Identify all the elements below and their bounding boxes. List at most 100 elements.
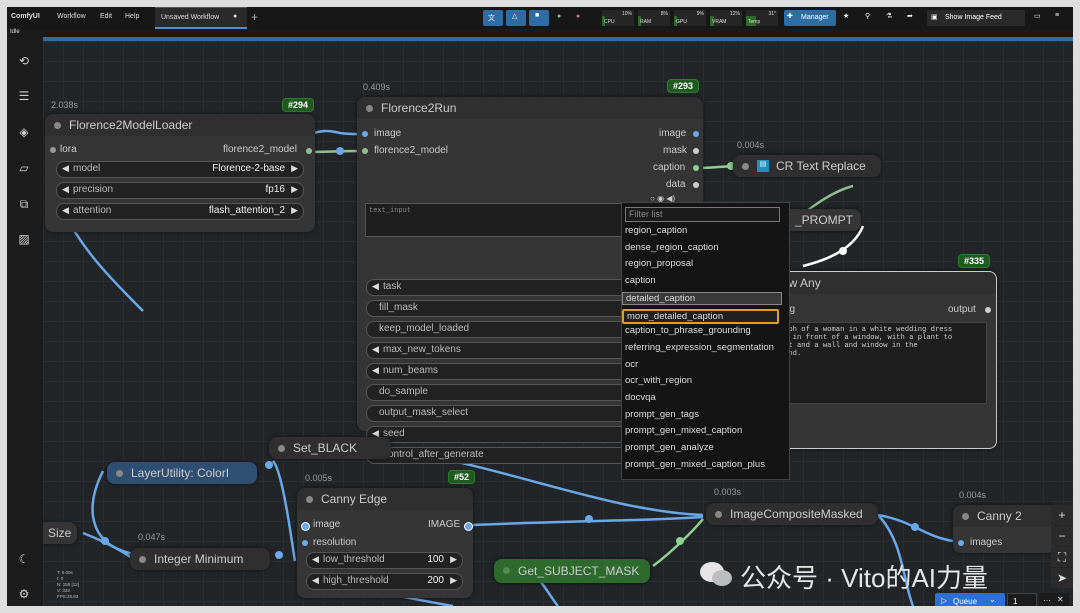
show-text-area[interactable]: aph of a woman in a white wedding dress … bbox=[780, 322, 987, 404]
collapse-dot[interactable] bbox=[54, 122, 61, 129]
queue-dropdown-icon[interactable]: ⌄ bbox=[989, 595, 996, 604]
image-input-pin[interactable] bbox=[362, 131, 368, 137]
fit-view-icon[interactable]: ⛶ bbox=[1051, 547, 1073, 567]
decrement-arrow-icon[interactable]: ◀ bbox=[312, 554, 319, 565]
collapse-dot[interactable] bbox=[715, 511, 722, 518]
history-icon[interactable]: ⟲ bbox=[16, 53, 32, 69]
setblack-title-bar[interactable]: Set_BLACK bbox=[269, 437, 391, 459]
node-canvas[interactable]: 2.038s #294 Florence2ModelLoader lora fl… bbox=[43, 41, 1073, 606]
layer-utility-node[interactable]: LayerUtility: ColorI bbox=[107, 462, 257, 484]
dropdown-option[interactable]: referring_expression_segmentation bbox=[625, 342, 774, 353]
more-options-icon[interactable]: ⋯ bbox=[1043, 596, 1051, 605]
filter-list-input[interactable]: Filter list bbox=[625, 207, 780, 222]
resource-icon[interactable]: ● bbox=[555, 10, 571, 26]
decrement-arrow-icon[interactable]: ◀ bbox=[312, 575, 319, 586]
attention-widget[interactable]: ◀ attention flash_attention_2 ▶ bbox=[56, 203, 304, 220]
florence2-model-loader-node[interactable]: Florence2ModelLoader lora florence2_mode… bbox=[45, 114, 315, 232]
run-title-bar[interactable]: Florence2Run bbox=[357, 97, 703, 119]
decrement-arrow-icon[interactable]: ◀ bbox=[372, 281, 379, 292]
precision-widget[interactable]: ◀ precision fp16 ▶ bbox=[56, 182, 304, 199]
task-dropdown-list[interactable]: Filter list region_caption dense_region_c… bbox=[621, 202, 790, 480]
model-output-pin[interactable] bbox=[306, 148, 312, 154]
resolution-input-pin[interactable] bbox=[302, 540, 308, 546]
canny2-images-pin[interactable] bbox=[958, 540, 964, 546]
dropdown-option[interactable]: docvqa bbox=[625, 392, 656, 403]
lora-input-pin[interactable] bbox=[50, 147, 56, 153]
dropdown-option[interactable]: prompt_gen_tags bbox=[625, 409, 699, 420]
zoom-in-icon[interactable]: + bbox=[1051, 505, 1073, 525]
clear-icon[interactable]: ● bbox=[574, 10, 590, 26]
getmask-title-bar[interactable]: Get_SUBJECT_MASK bbox=[494, 559, 650, 583]
dropdown-option[interactable]: more_detailed_caption bbox=[622, 308, 779, 324]
set-black-node[interactable]: Set_BLACK bbox=[269, 437, 391, 459]
canny-2-node[interactable]: Canny 2 images bbox=[953, 505, 1055, 553]
increment-arrow-icon[interactable]: ▶ bbox=[450, 575, 457, 586]
show-output-pin[interactable] bbox=[985, 307, 991, 313]
increment-arrow-icon[interactable]: ▶ bbox=[291, 163, 298, 174]
panel-icon[interactable]: ▭ bbox=[1032, 10, 1046, 26]
menu-help[interactable]: Help bbox=[125, 13, 139, 20]
zoom-out-icon[interactable]: − bbox=[1051, 526, 1073, 546]
canny-image-input-pin[interactable] bbox=[301, 522, 310, 531]
queue-options[interactable]: ⋯ ✕ bbox=[1039, 593, 1069, 606]
queue-count-input[interactable]: 1 bbox=[1007, 593, 1037, 606]
show-image-feed-button[interactable]: ▣ Show Image Feed bbox=[927, 10, 1025, 26]
dropdown-option[interactable]: detailed_caption bbox=[622, 291, 782, 305]
collapse-dot[interactable] bbox=[139, 556, 146, 563]
canny-title-bar[interactable]: Canny Edge bbox=[297, 488, 473, 510]
integer-minimum-node[interactable]: Integer Minimum bbox=[130, 548, 270, 570]
increment-arrow-icon[interactable]: ▶ bbox=[450, 554, 457, 565]
canny-edge-node[interactable]: Canny Edge image resolution IMAGE ◀ low_… bbox=[297, 488, 473, 598]
share-icon[interactable]: ➦ bbox=[905, 10, 919, 26]
high-threshold-widget[interactable]: ◀ high_threshold 200 ▶ bbox=[306, 573, 463, 590]
show-title-bar[interactable]: ow Any bbox=[774, 272, 996, 294]
dropdown-option[interactable]: region_proposal bbox=[625, 258, 693, 269]
low-threshold-widget[interactable]: ◀ low_threshold 100 ▶ bbox=[306, 552, 463, 569]
decrement-arrow-icon[interactable]: ◀ bbox=[372, 344, 379, 355]
caption-output-pin[interactable] bbox=[693, 165, 699, 171]
close-icon[interactable]: ✕ bbox=[1057, 595, 1064, 604]
bookmark-icon[interactable]: ■ bbox=[529, 10, 549, 26]
canny-output-pin[interactable] bbox=[464, 522, 473, 531]
dropdown-option[interactable]: dense_region_caption bbox=[625, 242, 719, 253]
canny2-title-bar[interactable]: Canny 2 bbox=[953, 505, 1055, 527]
queue-button[interactable]: ▷ Queue ⌄ bbox=[935, 593, 1005, 606]
mask-output-pin[interactable] bbox=[693, 148, 699, 154]
translate-icon[interactable]: 文 bbox=[483, 10, 503, 26]
dropdown-option[interactable]: region_caption bbox=[625, 225, 687, 236]
composite-title-bar[interactable]: ImageCompositeMasked bbox=[706, 503, 878, 525]
collapse-dot[interactable] bbox=[503, 567, 510, 574]
star-icon[interactable]: ★ bbox=[841, 10, 855, 26]
user-icon[interactable]: ⚲ bbox=[863, 10, 877, 26]
intmin-title-bar[interactable]: Integer Minimum bbox=[130, 548, 270, 570]
model-widget[interactable]: ◀ model Florence-2-base ▶ bbox=[56, 161, 304, 178]
decrement-arrow-icon[interactable]: ◀ bbox=[62, 184, 69, 195]
collapse-dot[interactable] bbox=[116, 470, 123, 477]
dropdown-option[interactable]: caption_to_phrase_grounding bbox=[625, 325, 751, 336]
decrement-arrow-icon[interactable]: ◀ bbox=[62, 163, 69, 174]
menu-edit[interactable]: Edit bbox=[100, 13, 112, 20]
gallery-icon[interactable]: ▨ bbox=[16, 231, 32, 247]
new-tab-button[interactable]: + bbox=[251, 10, 258, 24]
manager-button[interactable]: ✚ Manager bbox=[784, 10, 836, 26]
loader-title-bar[interactable]: Florence2ModelLoader bbox=[45, 114, 315, 136]
dropdown-option[interactable]: prompt_gen_analyze bbox=[625, 442, 714, 453]
image-composite-masked-node[interactable]: ImageCompositeMasked bbox=[706, 503, 878, 525]
replace-title-bar[interactable]: ▤ CR Text Replace bbox=[733, 155, 881, 177]
data-output-pin[interactable] bbox=[693, 182, 699, 188]
menu-workflow[interactable]: Workflow bbox=[57, 13, 86, 20]
decrement-arrow-icon[interactable]: ◀ bbox=[62, 205, 69, 216]
dropdown-option[interactable]: ocr bbox=[625, 359, 638, 370]
theme-toggle-icon[interactable]: ☾ bbox=[16, 551, 32, 567]
cr-text-replace-node[interactable]: ▤ CR Text Replace bbox=[733, 155, 881, 177]
image-output-pin[interactable] bbox=[693, 131, 699, 137]
show-any-node[interactable]: ow Any ng output aph of a woman in a whi… bbox=[773, 271, 997, 449]
get-subject-mask-node[interactable]: Get_SUBJECT_MASK bbox=[494, 559, 650, 583]
collapse-dot[interactable] bbox=[366, 105, 373, 112]
layer-title-bar[interactable]: LayerUtility: ColorI bbox=[107, 462, 257, 484]
decrement-arrow-icon[interactable]: ◀ bbox=[372, 365, 379, 376]
queue-list-icon[interactable]: ☰ bbox=[16, 88, 32, 104]
dropdown-option[interactable]: ocr_with_region bbox=[625, 375, 692, 386]
model-input-pin[interactable] bbox=[362, 148, 368, 154]
settings-gear-icon[interactable]: ⚙ bbox=[16, 586, 32, 602]
